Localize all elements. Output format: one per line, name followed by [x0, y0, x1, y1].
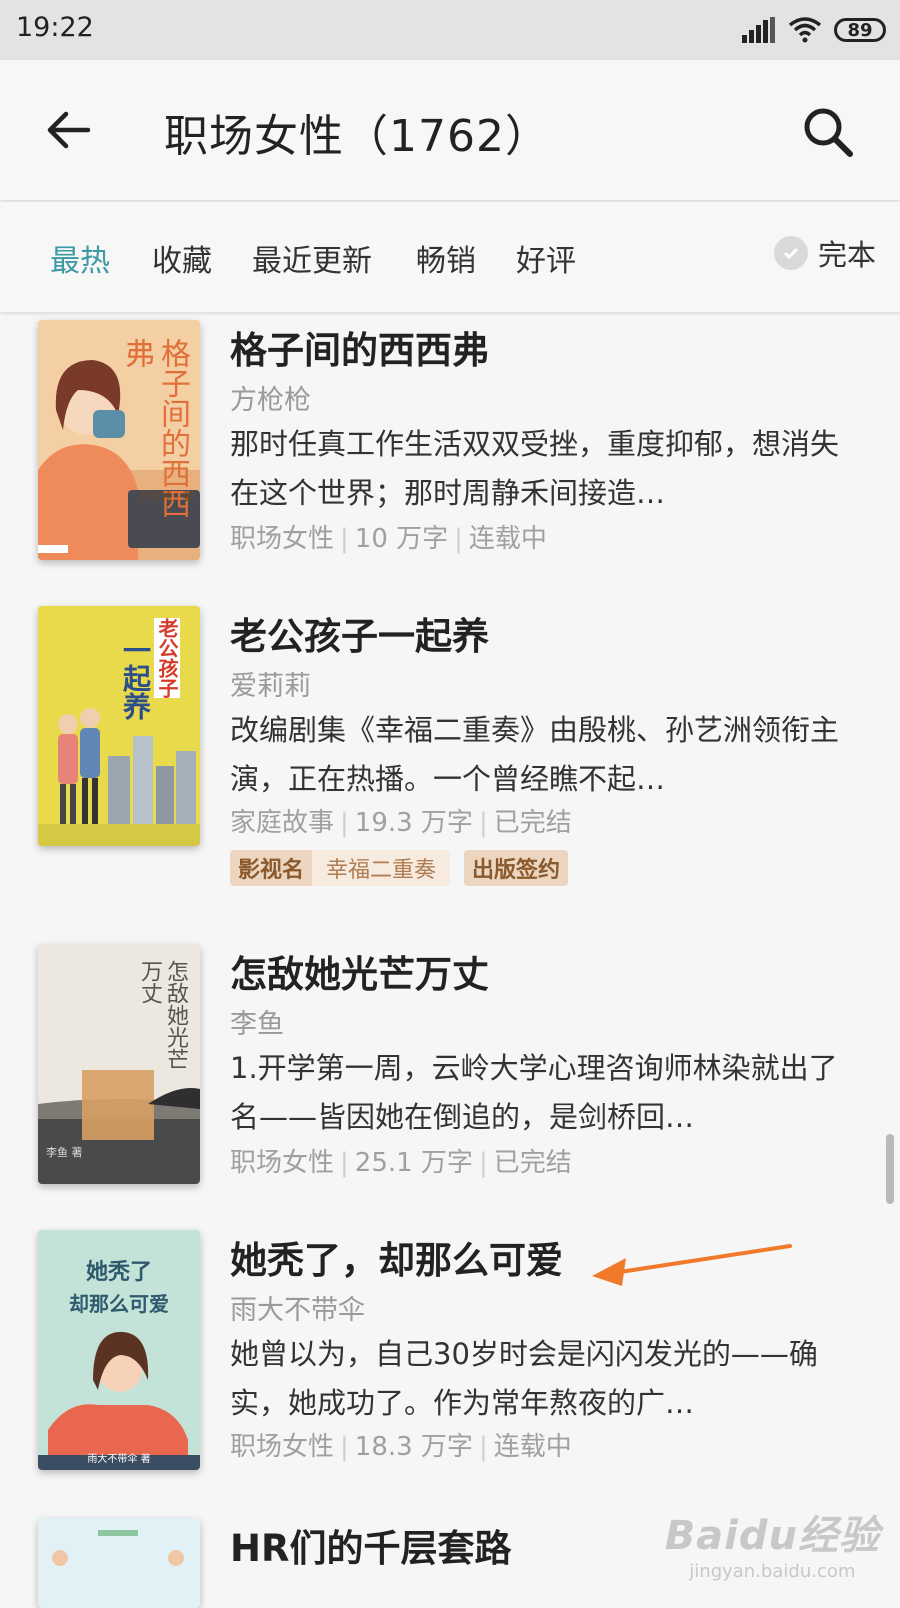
book-description: 改编剧集《幸福二重奏》由殷桃、孙艺洲领衔主演，正在热播。一个曾经瞧不起…: [230, 713, 840, 796]
publish-contract-tag[interactable]: 出版签约: [464, 850, 569, 886]
book-category: 家庭故事: [230, 808, 335, 838]
page-title: 职场女性（1762）: [164, 111, 550, 162]
book-status: 连载中: [493, 1432, 572, 1462]
book-cover[interactable]: 怎敌她光芒万丈 李鱼 著: [38, 944, 200, 1184]
scrollbar-thumb[interactable]: [886, 1134, 894, 1204]
tab-hottest[interactable]: 最热: [50, 236, 110, 280]
annotation-arrow-icon: [592, 1244, 792, 1286]
book-meta: 职场女性 | 25.1 万字 | 已完结: [230, 1148, 572, 1178]
watermark-url: jingyan.baidu.com: [689, 1561, 856, 1582]
book-cover[interactable]: 格子间的西西弗 方枪枪 · 著: [38, 320, 200, 560]
search-icon[interactable]: [800, 104, 856, 160]
wifi-icon: [788, 17, 822, 43]
book-description: 那时任真工作生活双双受挫，重度抑郁，想消失在这个世界；那时周静禾间接造…: [230, 427, 840, 510]
signal-icon: [742, 17, 775, 43]
book-title[interactable]: 老公孩子一起养: [230, 606, 489, 660]
complete-filter-toggle[interactable]: 完本: [773, 232, 876, 274]
book-author[interactable]: 李鱼: [230, 1002, 284, 1041]
book-author[interactable]: 雨大不带伞: [230, 1288, 365, 1327]
baidu-watermark: Baidu经验 jingyan.baidu.com: [665, 1503, 880, 1582]
book-title[interactable]: 她秃了，却那么可爱: [230, 1230, 563, 1284]
watermark-logo: Baidu经验: [664, 1513, 880, 1559]
tab-recent-update[interactable]: 最近更新: [252, 236, 372, 280]
app-header: 职场女性（1762）: [0, 60, 900, 200]
book-tags: 影视名 幸福二重奏 出版签约: [230, 850, 569, 886]
book-meta: 职场女性 | 18.3 万字 | 连载中: [230, 1432, 572, 1462]
book-category: 职场女性: [230, 1432, 335, 1462]
battery-level: 89: [847, 19, 873, 41]
book-meta: 家庭故事 | 19.3 万字 | 已完结: [230, 808, 572, 838]
book-author[interactable]: 爱莉莉: [230, 664, 311, 703]
book-cover[interactable]: 她秃了 却那么可爱 雨大不带伞 著: [38, 1230, 200, 1470]
cover-title: 怎敌她光芒万丈: [137, 960, 188, 1070]
book-status: 已完结: [493, 1148, 572, 1178]
book-author[interactable]: 方枪枪: [230, 378, 311, 417]
complete-label: 完本: [817, 238, 876, 272]
book-cover[interactable]: 老公孩子 一起养: [38, 606, 200, 846]
book-cover[interactable]: [38, 1518, 200, 1608]
book-meta: 职场女性 | 10 万字 | 连载中: [230, 524, 547, 554]
cover-author: 方枪枪 · 著: [139, 490, 195, 503]
tag-key: 影视名: [230, 850, 313, 886]
tab-favorites[interactable]: 收藏: [152, 236, 212, 280]
book-word-count: 19.3 万字: [354, 808, 473, 838]
book-title[interactable]: 怎敌她光芒万丈: [230, 944, 489, 998]
book-word-count: 25.1 万字: [354, 1148, 473, 1178]
tv-adaptation-tag[interactable]: 影视名 幸福二重奏: [230, 850, 451, 886]
book-description: 她曾以为，自己30岁时会是闪闪发光的——确实，她成功了。作为常年熬夜的广…: [230, 1337, 818, 1420]
status-time: 19:22: [16, 12, 94, 43]
book-category: 职场女性: [230, 524, 335, 554]
tag-value: 幸福二重奏: [312, 850, 451, 886]
tab-bestselling[interactable]: 畅销: [416, 236, 476, 280]
check-circle-icon: [773, 236, 808, 270]
tag-key: 出版签约: [464, 850, 569, 886]
cover-title: 她秃了: [85, 1259, 152, 1285]
cover-author: 雨大不带伞 著: [87, 1454, 151, 1465]
book-status: 连载中: [468, 524, 547, 554]
book-word-count: 18.3 万字: [354, 1432, 473, 1462]
cover-subtitle: 一起养: [119, 636, 152, 720]
book-title[interactable]: HR们的千层套路: [230, 1518, 511, 1572]
book-status: 已完结: [493, 808, 572, 838]
cover-author: 李鱼 著: [46, 1146, 83, 1159]
book-word-count: 10 万字: [354, 524, 449, 554]
book-title[interactable]: 格子间的西西弗: [230, 320, 489, 374]
battery-indicator: 89: [834, 18, 886, 42]
cover-title: 老公孩子: [154, 618, 180, 698]
book-category: 职场女性: [230, 1148, 335, 1178]
filter-tabs: 最热 收藏 最近更新 畅销 好评 完本: [0, 202, 900, 312]
back-arrow-icon[interactable]: [44, 104, 96, 156]
book-description: 1.开学第一周，云岭大学心理咨询师林染就出了名——皆因她在倒追的，是剑桥回…: [230, 1051, 838, 1134]
tab-top-rated[interactable]: 好评: [516, 236, 576, 280]
status-bar: 19:22 89: [0, 0, 900, 60]
cover-subtitle: 却那么可爱: [69, 1292, 169, 1316]
